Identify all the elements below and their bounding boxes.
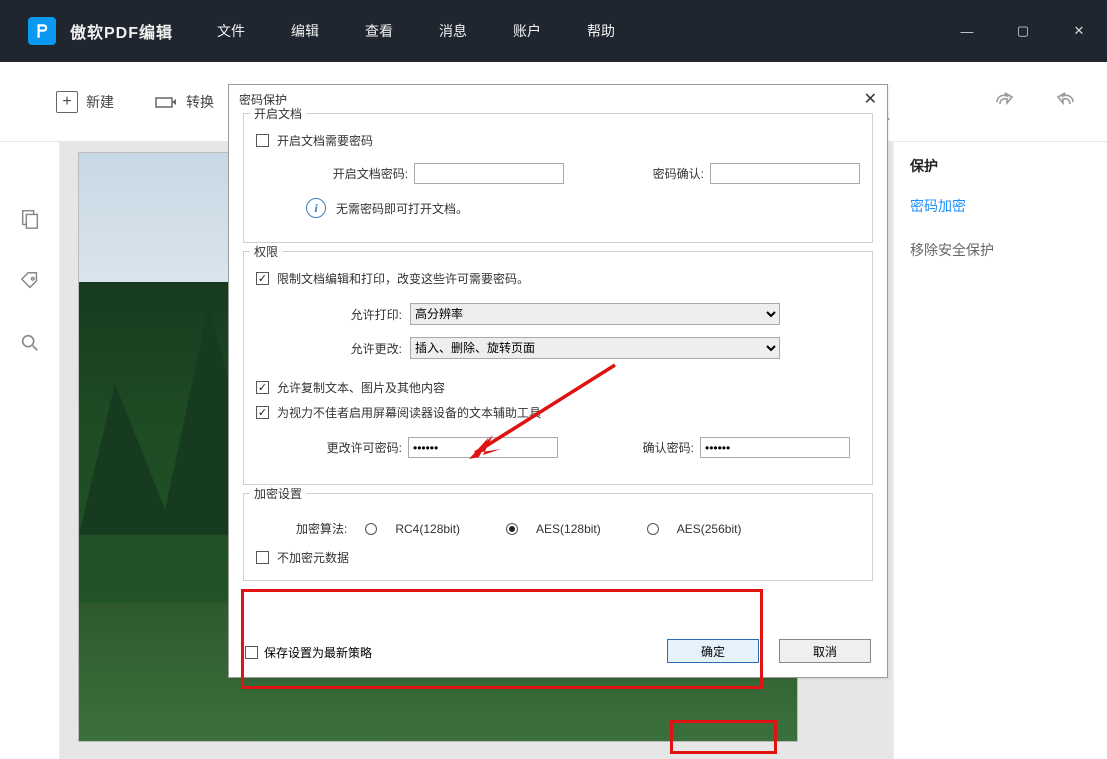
allow-print-label: 允许打印:: [302, 306, 402, 323]
close-window-button[interactable]: ✕: [1051, 0, 1107, 62]
toolbar-convert[interactable]: 转换: [154, 92, 214, 112]
titlebar: 傲软PDF编辑 文件 编辑 查看 消息 账户 帮助 — ▢ ✕: [0, 0, 1107, 62]
open-doc-group: 开启文档 开启文档需要密码 开启文档密码: 密码确认: i 无需密码即可打开文档…: [243, 113, 873, 243]
open-doc-group-title: 开启文档: [250, 105, 306, 122]
cancel-button[interactable]: 取消: [779, 639, 871, 663]
allow-change-select[interactable]: 插入、删除、旋转页面: [410, 337, 780, 359]
main-menu: 文件 编辑 查看 消息 账户 帮助: [217, 21, 615, 41]
maximize-button[interactable]: ▢: [995, 0, 1051, 62]
app-title: 傲软PDF编辑: [70, 19, 173, 43]
rc4-label: RC4(128bit): [395, 522, 460, 536]
undo-icon[interactable]: [1053, 90, 1077, 108]
confirm-perm-pw-label: 确认密码:: [564, 439, 694, 456]
require-open-pw-label: 开启文档需要密码: [277, 132, 373, 149]
allow-copy-checkbox[interactable]: [256, 381, 269, 394]
aes128-radio[interactable]: [506, 523, 518, 535]
watermark-url: www.xiazaiba.com: [946, 737, 1103, 755]
open-doc-info-text: 无需密码即可打开文档。: [336, 200, 468, 217]
encryption-group-title: 加密设置: [250, 485, 306, 502]
toolbar-convert-label: 转换: [186, 92, 214, 112]
watermark-cn: 下载吧: [1008, 692, 1101, 732]
no-encrypt-metadata-label: 不加密元数据: [277, 549, 349, 566]
algorithm-label: 加密算法:: [296, 520, 347, 537]
right-panel-title: 保护: [910, 156, 1091, 176]
right-panel: 保护 密码加密 移除安全保护: [893, 142, 1107, 759]
aes256-radio[interactable]: [647, 523, 659, 535]
allow-print-select[interactable]: 高分辨率: [410, 303, 780, 325]
dialog-buttons: 确定 取消: [667, 639, 871, 663]
password-dialog: 密码保护 ✕ 开启文档 开启文档需要密码 开启文档密码: 密码确认: i 无需密…: [228, 84, 888, 678]
right-panel-remove-security[interactable]: 移除安全保护: [910, 240, 1091, 260]
permissions-group-title: 权限: [250, 243, 282, 260]
no-encrypt-metadata-checkbox[interactable]: [256, 551, 269, 564]
info-icon: i: [306, 198, 326, 218]
dialog-close-button[interactable]: ✕: [864, 89, 877, 109]
menu-account[interactable]: 账户: [513, 21, 541, 41]
open-pw-label: 开启文档密码:: [322, 165, 408, 182]
require-open-pw-checkbox[interactable]: [256, 134, 269, 147]
menu-file[interactable]: 文件: [217, 21, 245, 41]
window-controls: — ▢ ✕: [939, 0, 1107, 62]
open-pw-confirm-label: 密码确认:: [570, 165, 704, 182]
left-rail: [0, 142, 60, 759]
dialog-body: 开启文档 开启文档需要密码 开启文档密码: 密码确认: i 无需密码即可打开文档…: [229, 113, 887, 581]
rc4-radio[interactable]: [365, 523, 377, 535]
change-perm-pw-label: 更改许可密码:: [292, 439, 402, 456]
tag-icon[interactable]: [19, 270, 41, 292]
dialog-titlebar: 密码保护 ✕: [229, 85, 887, 113]
toolbar-new[interactable]: + 新建: [56, 91, 114, 113]
open-pw-confirm-input[interactable]: [710, 163, 860, 184]
undo-redo-group: [993, 90, 1077, 108]
aes128-label: AES(128bit): [536, 522, 601, 536]
menu-edit[interactable]: 编辑: [291, 21, 319, 41]
permissions-group: 权限 限制文档编辑和打印，改变这些许可需要密码。 允许打印: 高分辨率 允许更改…: [243, 251, 873, 485]
save-as-latest-row: 保存设置为最新策略: [245, 644, 372, 661]
aes256-label: AES(256bit): [677, 522, 742, 536]
redo-icon[interactable]: [993, 90, 1017, 108]
confirm-perm-pw-input[interactable]: [700, 437, 850, 458]
allow-change-label: 允许更改:: [302, 340, 402, 357]
pages-icon[interactable]: [19, 208, 41, 230]
menu-message[interactable]: 消息: [439, 21, 467, 41]
convert-icon: [154, 92, 178, 112]
menu-view[interactable]: 查看: [365, 21, 393, 41]
change-perm-pw-input[interactable]: [408, 437, 558, 458]
toolbar-new-label: 新建: [86, 92, 114, 112]
right-panel-encrypt[interactable]: 密码加密: [910, 196, 1091, 216]
restrict-edit-label: 限制文档编辑和打印，改变这些许可需要密码。: [277, 270, 529, 287]
app-logo: [28, 17, 56, 45]
save-latest-checkbox[interactable]: [245, 646, 258, 659]
save-latest-label: 保存设置为最新策略: [264, 644, 372, 661]
screen-reader-label: 为视力不佳者启用屏幕阅读器设备的文本辅助工具: [277, 404, 541, 421]
screen-reader-checkbox[interactable]: [256, 406, 269, 419]
menu-help[interactable]: 帮助: [587, 21, 615, 41]
allow-copy-label: 允许复制文本、图片及其他内容: [277, 379, 445, 396]
encryption-group: 加密设置 加密算法: RC4(128bit) AES(128bit) AES(2…: [243, 493, 873, 581]
restrict-edit-checkbox[interactable]: [256, 272, 269, 285]
plus-icon: +: [56, 91, 78, 113]
ok-button[interactable]: 确定: [667, 639, 759, 663]
minimize-button[interactable]: —: [939, 0, 995, 62]
open-pw-input[interactable]: [414, 163, 564, 184]
search-icon[interactable]: [19, 332, 41, 354]
